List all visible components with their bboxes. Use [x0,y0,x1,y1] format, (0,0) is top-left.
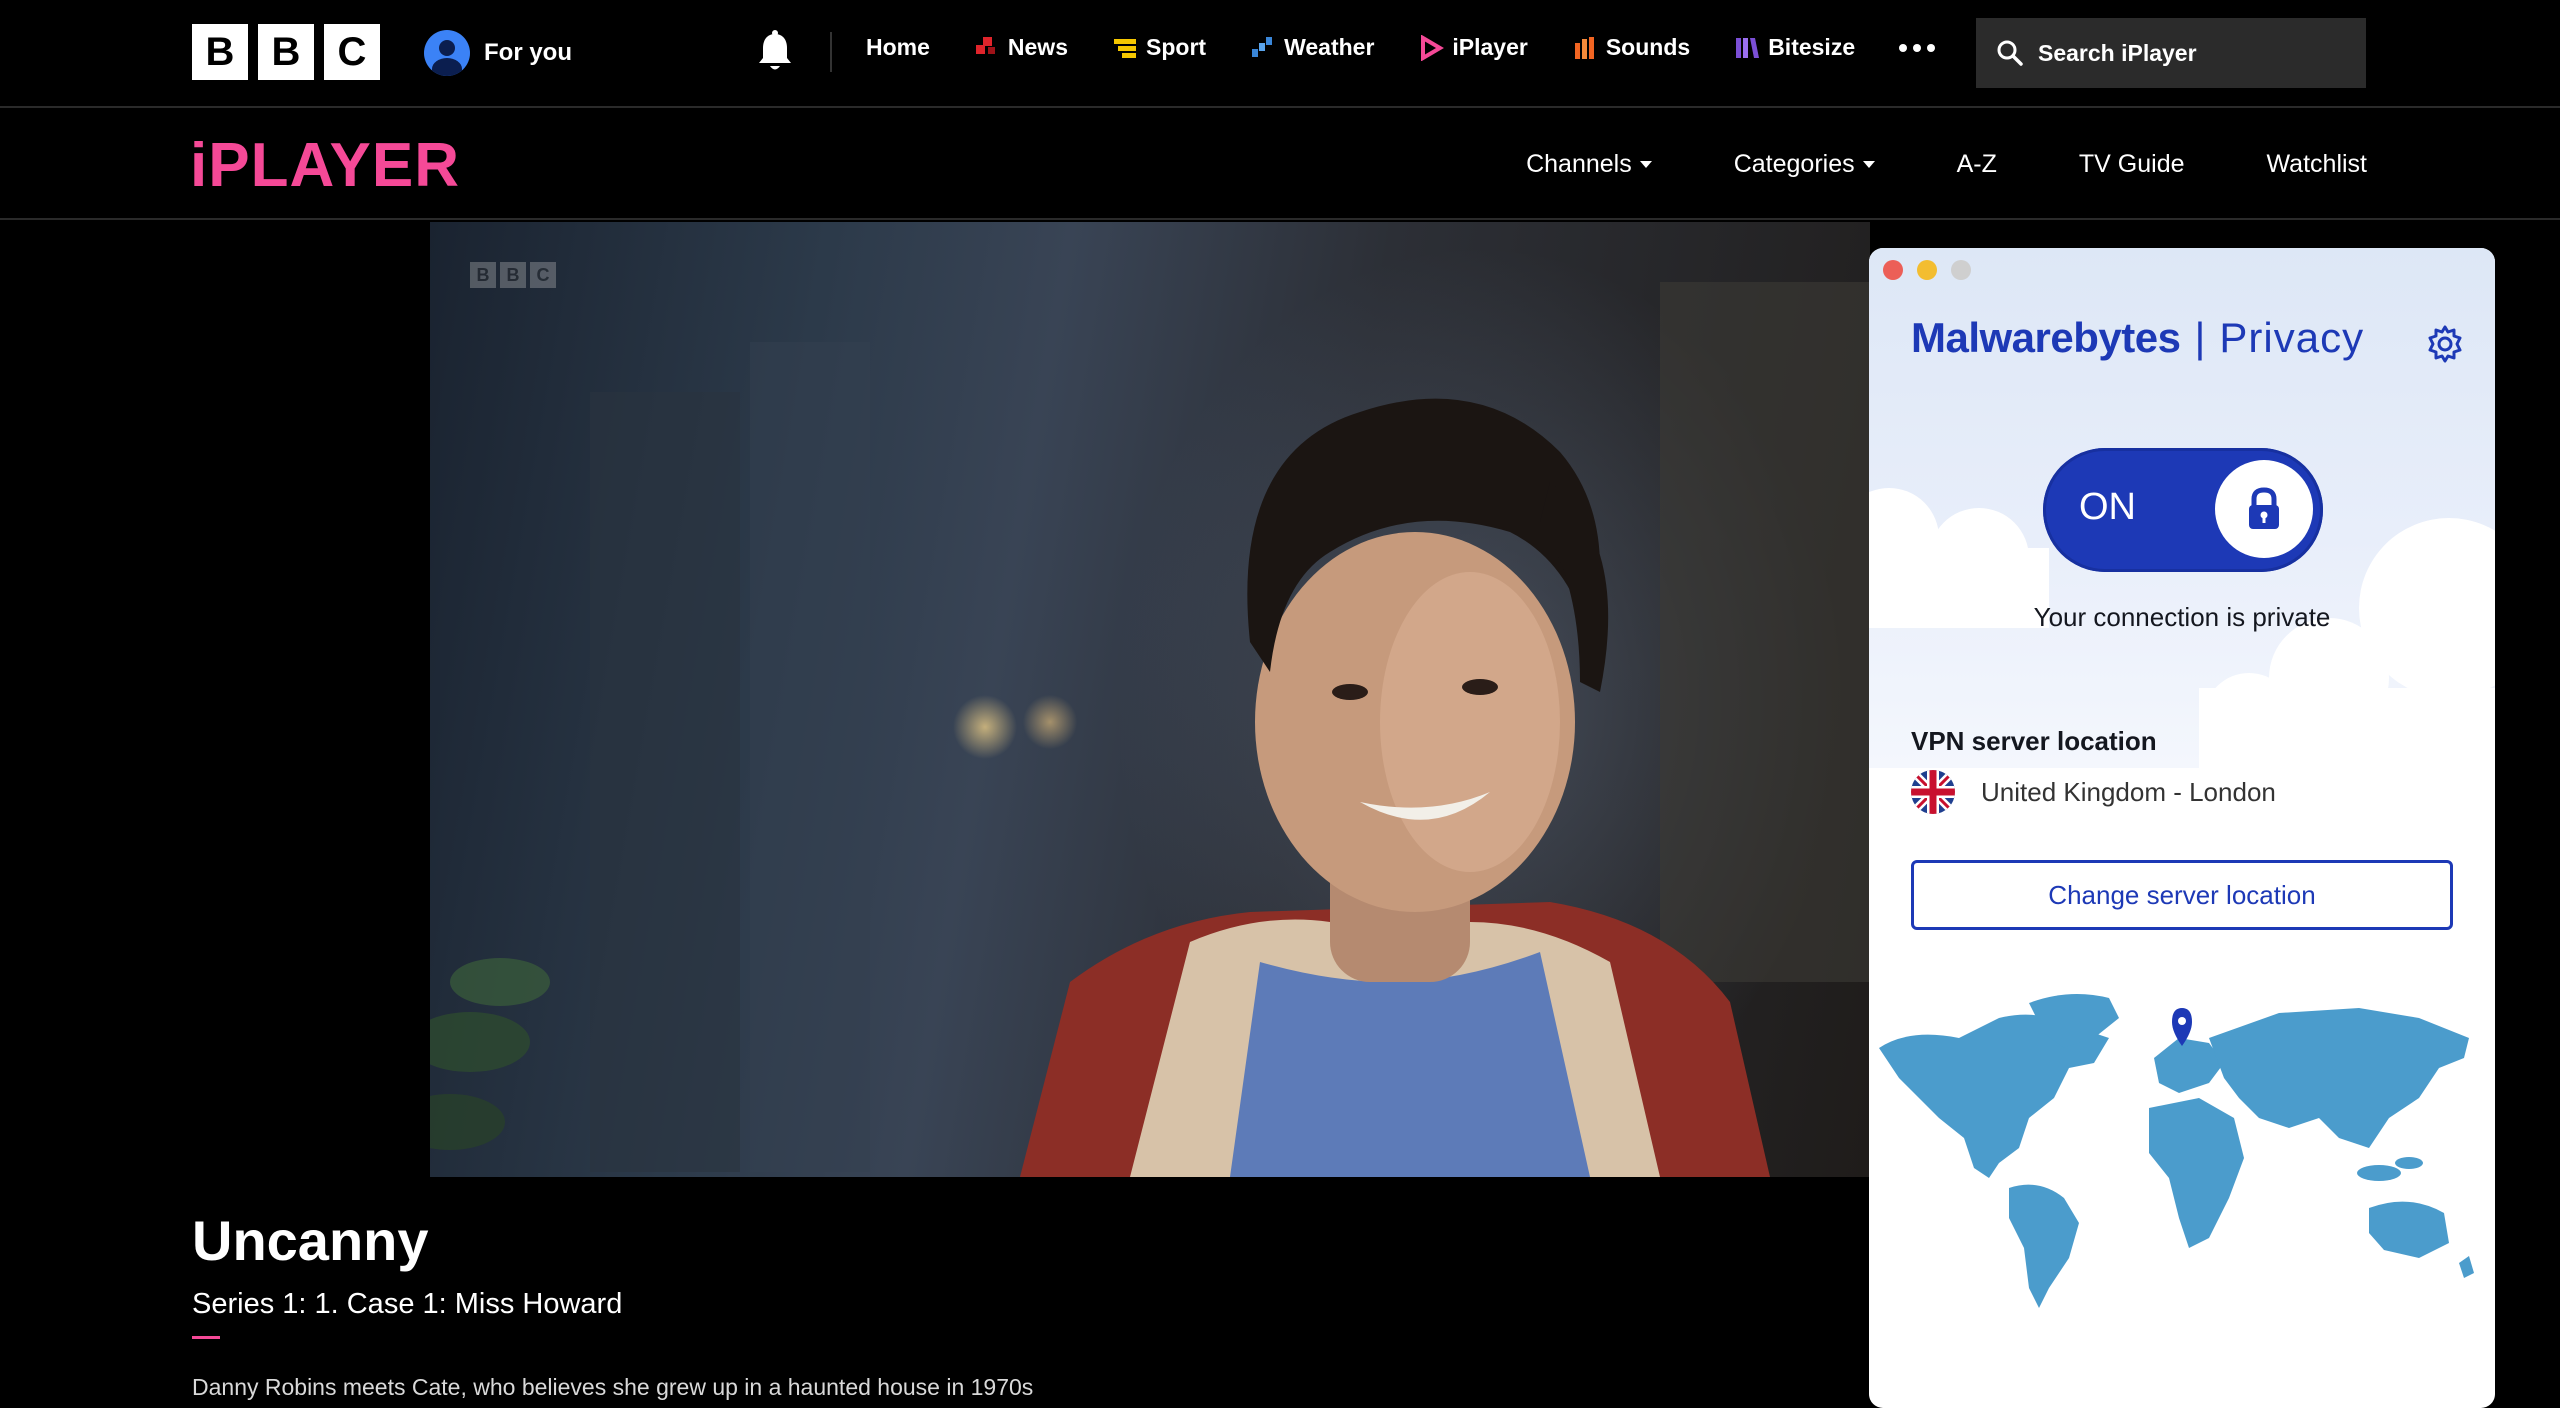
news-icon [975,36,995,54]
chevron-down-icon [1639,161,1652,168]
iplayer-tv-guide-link[interactable]: TV Guide [2079,150,2185,179]
weather-icon [1252,36,1273,57]
programme-title: Uncanny [192,1209,429,1272]
vpn-connection-toggle[interactable]: ON [2043,448,2323,572]
nav-divider [830,32,832,72]
nav-home[interactable]: Home [866,34,930,61]
channels-label: Channels [1526,150,1632,178]
nav-iplayer-label: iPlayer [1452,34,1528,60]
iplayer-icon [1421,34,1445,61]
nav-weather-label: Weather [1284,34,1375,60]
more-menu-icon[interactable] [1899,43,1936,52]
iplayer-channels-menu[interactable]: Channels [1526,150,1652,179]
nav-news-label: News [1007,34,1068,60]
world-map-image [1879,994,2474,1308]
bbc-logo-letter: C [324,24,380,80]
malwarebytes-logo: Malwarebytes [1911,314,2181,361]
iplayer-logo[interactable]: iPLAYER [190,130,460,201]
change-server-location-button[interactable]: Change server location [1911,860,2453,930]
title-accent-bar [192,1336,220,1339]
watermark-letter: B [500,262,526,288]
vpn-app-header: Malwarebytes | Privacy [1911,314,2364,362]
nav-sport-label: Sport [1146,34,1207,60]
nav-bitesize[interactable]: Bitesize [1734,34,1855,61]
bbc-global-nav: B B C For you Home News Sport Weather iP… [0,0,2560,108]
server-location-row: United Kingdom - London [1911,770,2276,814]
iplayer-watchlist-link[interactable]: Watchlist [2267,150,2367,179]
lock-icon [2249,487,2279,529]
connection-status-text: Your connection is private [2033,602,2331,632]
close-window-icon[interactable] [1883,260,1903,280]
server-location-heading: VPN server location [1911,726,2157,756]
uk-flag-icon [1911,770,1955,814]
nav-home-label: Home [866,34,930,60]
watermark-letter: B [470,262,496,288]
video-frame-image [430,282,1870,1177]
watermark-letter: C [530,262,556,288]
nav-sounds-label: Sounds [1605,34,1691,60]
bitesize-icon [1736,37,1760,58]
nav-news[interactable]: News [974,34,1068,61]
chevron-down-icon [1862,161,1875,168]
nav-weather[interactable]: Weather [1250,34,1374,61]
az-label: A-Z [1956,150,1997,178]
account-avatar-icon [424,30,470,76]
iplayer-links: Channels Categories A-Z TV Guide Watchli… [1526,150,2367,179]
iplayer-az-link[interactable]: A-Z [1957,150,1997,179]
bbc-logo-letter: B [192,24,248,80]
episode-subtitle: Series 1: 1. Case 1: Miss Howard [192,1288,623,1320]
notifications-bell-icon[interactable] [754,30,796,74]
window-controls [1883,260,1971,280]
nav-sport[interactable]: Sport [1112,34,1206,61]
iplayer-nav: iPLAYER Channels Categories A-Z TV Guide… [0,110,2560,220]
zoom-window-icon[interactable] [1951,260,1971,280]
server-location-value: United Kingdom - London [1981,776,2276,807]
search-input[interactable] [2038,39,2358,67]
settings-gear-icon[interactable] [2425,324,2465,364]
sport-icon [1114,38,1136,58]
for-you-link[interactable]: For you [424,30,572,76]
minimize-window-icon[interactable] [1917,260,1937,280]
watchlist-label: Watchlist [2266,150,2367,178]
sounds-icon [1574,36,1594,59]
nav-bitesize-label: Bitesize [1768,34,1856,60]
bbc-logo[interactable]: B B C [192,24,380,80]
for-you-label: For you [484,39,572,66]
categories-label: Categories [1733,150,1855,178]
iplayer-categories-menu[interactable]: Categories [1734,150,1875,179]
product-name: Privacy [2219,314,2365,361]
bbc-watermark: B B C [470,262,556,288]
bbc-nav-links: Home News Sport Weather iPlayer Sounds B… [866,34,1936,61]
video-player[interactable]: B B C [430,222,1870,1177]
nav-sounds[interactable]: Sounds [1572,34,1690,61]
bbc-logo-letter: B [258,24,314,80]
brand-separator: | [2194,314,2206,361]
vpn-app-window: Malwarebytes | Privacy ON Your connectio… [1869,248,2495,1408]
nav-iplayer[interactable]: iPlayer [1418,34,1528,61]
search-bar[interactable] [1976,18,2366,88]
tv-guide-label: TV Guide [2078,150,2185,178]
toggle-knob [2215,460,2313,558]
search-icon [1997,40,2023,66]
toggle-state-label: ON [2079,486,2136,528]
